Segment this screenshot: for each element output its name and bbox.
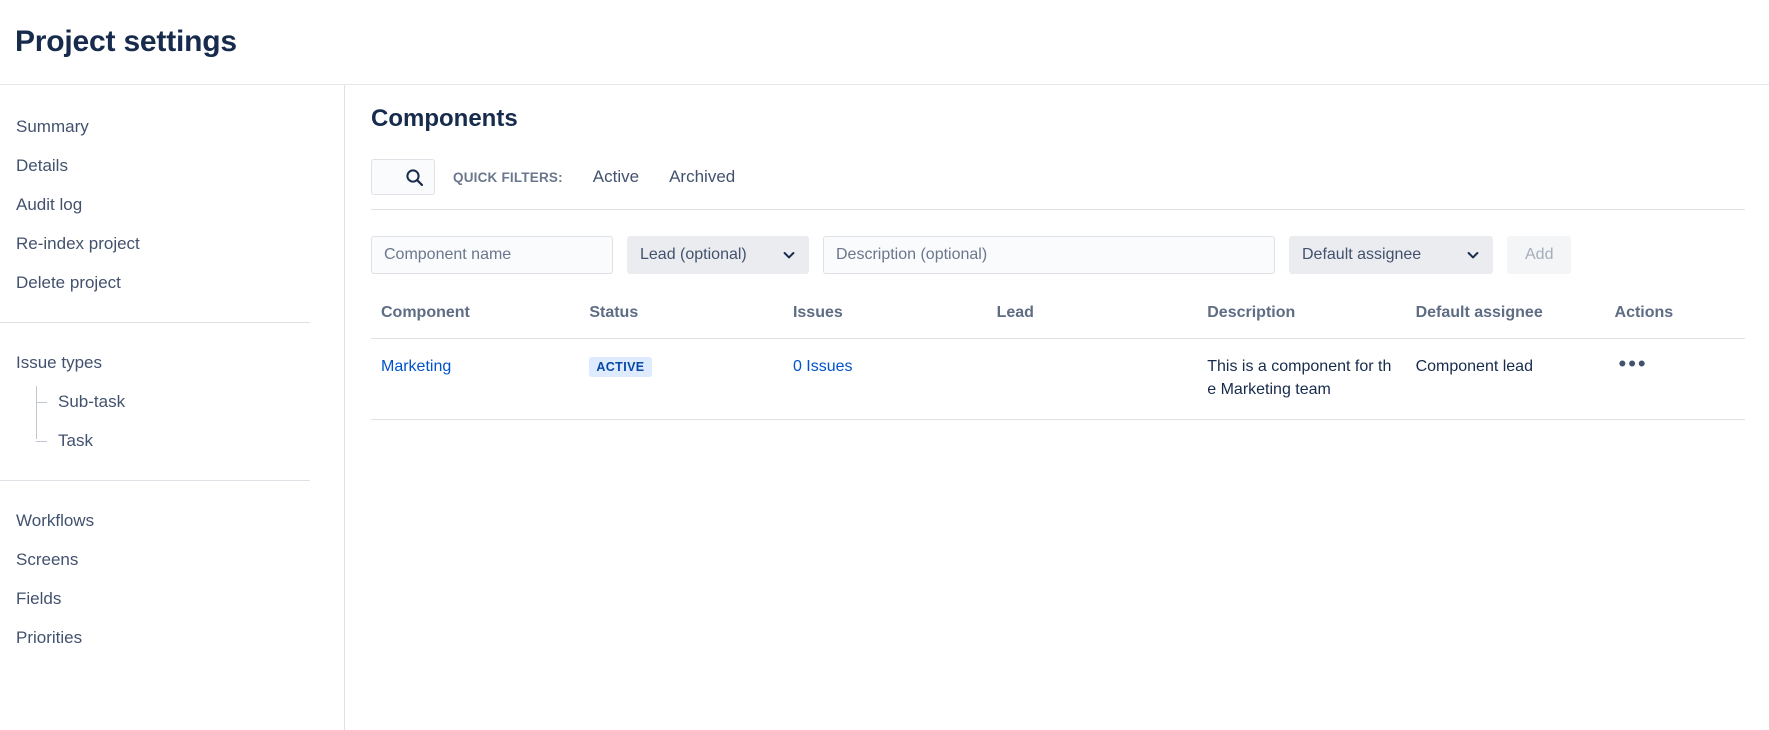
page-header: Project settings xyxy=(0,0,1769,84)
project-settings-sidebar: Summary Details Audit log Re-index proje… xyxy=(0,85,345,730)
components-table: Component Status Issues Lead Description… xyxy=(371,300,1745,421)
sidebar-divider-2 xyxy=(0,480,310,481)
component-description-input[interactable] xyxy=(823,236,1275,274)
cell-default-assignee: Component lead xyxy=(1405,338,1605,421)
chevron-down-icon xyxy=(783,252,795,259)
cell-description: This is a component for the Marketing te… xyxy=(1197,338,1406,421)
sidebar-item-audit-log[interactable]: Audit log xyxy=(0,185,344,224)
status-badge: ACTIVE xyxy=(589,357,652,377)
column-header-description: Description xyxy=(1197,300,1406,339)
quick-filter-archived[interactable]: Archived xyxy=(669,167,735,187)
table-row: Marketing ACTIVE 0 Issues This is a comp… xyxy=(371,338,1745,421)
cell-status: ACTIVE xyxy=(579,338,783,421)
cell-component: Marketing xyxy=(371,338,580,421)
components-table-head: Component Status Issues Lead Description… xyxy=(371,300,1745,339)
sidebar-group-configuration: Workflows Screens Fields Priorities xyxy=(0,501,344,657)
sidebar-divider-1 xyxy=(0,322,310,323)
quick-filter-active[interactable]: Active xyxy=(593,167,639,187)
column-header-default-assignee: Default assignee xyxy=(1405,300,1605,339)
lead-select-value: Lead (optional) xyxy=(640,246,747,263)
page-title: Project settings xyxy=(15,25,237,58)
default-assignee-select[interactable]: Default assignee xyxy=(1289,236,1493,274)
column-header-component: Component xyxy=(371,300,580,339)
sidebar-group-issue-types: Issue types Sub-task Task xyxy=(0,343,344,460)
column-header-lead: Lead xyxy=(986,300,1198,339)
page-body: Summary Details Audit log Re-index proje… xyxy=(0,84,1769,730)
component-name-input[interactable] xyxy=(371,236,613,274)
sidebar-issue-types-subtree: Sub-task Task xyxy=(36,382,344,460)
sidebar-item-summary[interactable]: Summary xyxy=(0,107,344,146)
sidebar-item-screens[interactable]: Screens xyxy=(0,540,344,579)
add-component-form: Lead (optional) Default assignee Add xyxy=(371,210,1769,300)
cell-lead xyxy=(986,338,1198,421)
components-table-body: Marketing ACTIVE 0 Issues This is a comp… xyxy=(371,338,1745,421)
table-header-row: Component Status Issues Lead Description… xyxy=(371,300,1745,339)
default-assignee-select-value: Default assignee xyxy=(1302,246,1422,263)
component-link-marketing[interactable]: Marketing xyxy=(381,358,451,375)
more-actions-icon[interactable]: ••• xyxy=(1615,353,1652,375)
search-icon xyxy=(406,168,424,186)
quick-filters-label: QUICK FILTERS: xyxy=(453,169,563,185)
sidebar-item-priorities[interactable]: Priorities xyxy=(0,618,344,657)
sidebar-item-task[interactable]: Task xyxy=(36,421,344,460)
sidebar-item-re-index-project[interactable]: Re-index project xyxy=(0,224,344,263)
lead-select[interactable]: Lead (optional) xyxy=(627,236,809,274)
chevron-down-icon xyxy=(1467,252,1479,259)
sidebar-item-sub-task[interactable]: Sub-task xyxy=(36,382,344,421)
sidebar-item-delete-project[interactable]: Delete project xyxy=(0,263,344,302)
issues-link[interactable]: 0 Issues xyxy=(793,358,853,375)
sidebar-item-fields[interactable]: Fields xyxy=(0,579,344,618)
sidebar-item-details[interactable]: Details xyxy=(0,146,344,185)
add-component-button[interactable]: Add xyxy=(1507,236,1572,274)
sidebar-group-project: Summary Details Audit log Re-index proje… xyxy=(0,107,344,302)
project-settings-page: Project settings Summary Details Audit l… xyxy=(0,0,1769,730)
sidebar-item-workflows[interactable]: Workflows xyxy=(0,501,344,540)
quick-filter-bar: QUICK FILTERS: Active Archived xyxy=(371,159,1745,210)
sidebar-item-issue-types[interactable]: Issue types xyxy=(0,343,344,382)
components-heading: Components xyxy=(371,105,518,132)
column-header-status: Status xyxy=(579,300,783,339)
column-header-actions: Actions xyxy=(1604,300,1745,339)
cell-actions: ••• xyxy=(1604,338,1745,421)
search-button[interactable] xyxy=(371,159,435,195)
components-main-content: Components QUICK FILTERS: Active Archive… xyxy=(345,85,1769,730)
cell-issues: 0 Issues xyxy=(782,338,987,421)
column-header-issues: Issues xyxy=(782,300,987,339)
